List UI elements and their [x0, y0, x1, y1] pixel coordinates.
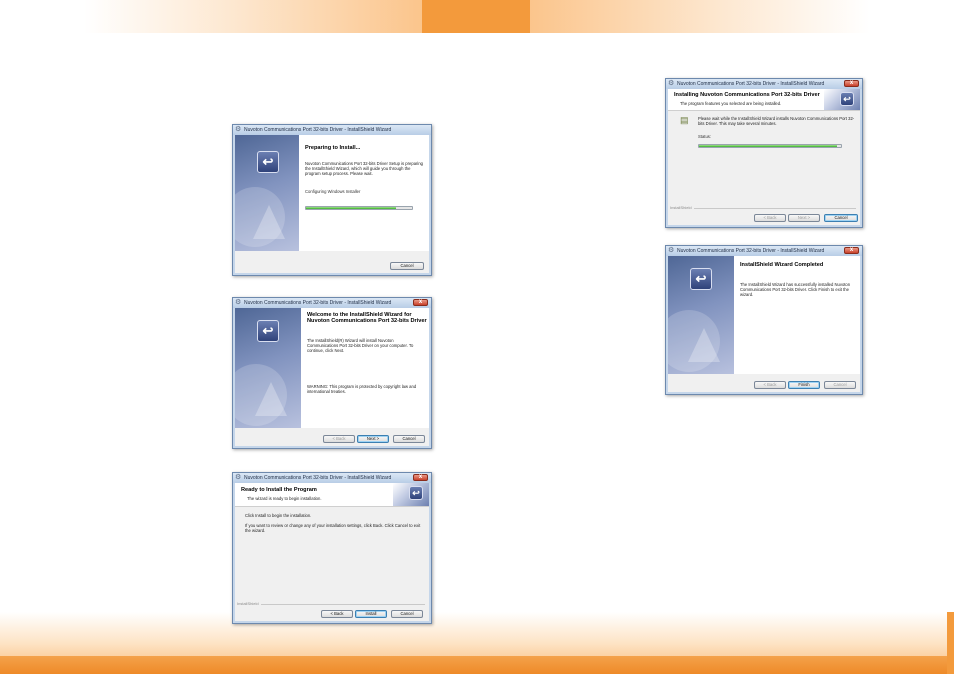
app-icon: ⚙ [668, 80, 675, 87]
footer-divider [261, 604, 425, 605]
dialog-heading: Preparing to Install... [305, 145, 361, 151]
dialog-heading: InstallShield Wizard Completed [740, 262, 824, 268]
completed-window: ⚙ Nuvoton Communications Port 32-bits Dr… [665, 245, 863, 395]
window-client: Ready to Install the Program The wizard … [235, 483, 429, 621]
footer-divider [694, 208, 856, 209]
app-icon: ⚙ [235, 126, 242, 133]
preparing-window: ⚙ Nuvoton Communications Port 32-bits Dr… [232, 124, 432, 276]
title-bar[interactable]: ⚙ Nuvoton Communications Port 32-bits Dr… [666, 246, 862, 256]
progress-fill [306, 207, 397, 209]
progress-fill [699, 145, 837, 147]
back-button[interactable]: < Back [323, 435, 355, 443]
window-title: Nuvoton Communications Port 32-bits Driv… [244, 475, 392, 481]
dialog-subheading: The wizard is ready to begin installatio… [247, 496, 322, 501]
back-button[interactable]: < Back [321, 610, 353, 618]
window-client: ↩ Preparing to Install... Nuvoton Commun… [235, 135, 429, 273]
dialog-heading: Welcome to the InstallShield Wizard for … [307, 312, 427, 324]
window-title: Nuvoton Communications Port 32-bits Driv… [244, 127, 392, 133]
dialog-description: The InstallShield Wizard has successfull… [740, 282, 851, 297]
dialog-description: Please wait while the InstallShield Wiza… [698, 116, 855, 126]
welcome-window: ⚙ Nuvoton Communications Port 32-bits Dr… [232, 297, 432, 449]
cancel-button[interactable]: Cancel [393, 435, 425, 443]
banner-graphic: ↩ [824, 89, 860, 110]
dialog-heading: Installing Nuvoton Communications Port 3… [674, 92, 820, 98]
close-icon[interactable]: x [413, 299, 428, 306]
cancel-button[interactable]: Cancel [390, 262, 424, 270]
header-band-right [530, 0, 870, 33]
instruction-line-1: Click Install to begin the installation. [245, 513, 312, 518]
banner-graphic: ↩ [393, 483, 429, 506]
app-icon: ⚙ [235, 299, 242, 306]
instruction-line-2: If you want to review or change any of y… [245, 523, 421, 533]
dialog-banner: Installing Nuvoton Communications Port 3… [668, 89, 860, 111]
next-button[interactable]: Next > [788, 214, 820, 222]
window-client: ↩ InstallShield Wizard Completed The Ins… [668, 256, 860, 392]
installing-window: ⚙ Nuvoton Communications Port 32-bits Dr… [665, 78, 863, 228]
copyright-warning: WARNING: This program is protected by co… [307, 384, 417, 394]
next-button[interactable]: Next > [357, 435, 389, 443]
close-icon[interactable]: x [413, 474, 428, 481]
dialog-description: The InstallShield(R) Wizard will install… [307, 338, 414, 353]
window-client: ↩ Welcome to the InstallShield Wizard fo… [235, 308, 429, 446]
title-bar[interactable]: ⚙ Nuvoton Communications Port 32-bits Dr… [666, 79, 862, 89]
dialog-heading: Ready to Install the Program [241, 487, 317, 493]
status-label: Status: [698, 134, 712, 139]
installshield-logo-icon: ↩ [257, 320, 279, 342]
app-icon: ⚙ [668, 247, 675, 254]
finish-button[interactable]: Finish [788, 381, 820, 389]
close-icon[interactable]: x [844, 80, 859, 87]
back-button[interactable]: < Back [754, 214, 786, 222]
cancel-button[interactable]: Cancel [824, 214, 858, 222]
close-icon[interactable]: x [844, 247, 859, 254]
cancel-button[interactable]: Cancel [824, 381, 856, 389]
dialog-description: Nuvoton Communications Port 32-bits Driv… [305, 161, 424, 176]
header-band-center [422, 0, 530, 33]
title-bar[interactable]: ⚙ Nuvoton Communications Port 32-bits Dr… [233, 298, 431, 308]
installer-package-icon: ▤ [680, 115, 689, 125]
window-client: Installing Nuvoton Communications Port 3… [668, 89, 860, 225]
cancel-button[interactable]: Cancel [391, 610, 423, 618]
installshield-label: InstallShield [670, 205, 692, 210]
back-button[interactable]: < Back [754, 381, 786, 389]
title-bar[interactable]: ⚙ Nuvoton Communications Port 32-bits Dr… [233, 473, 431, 483]
ready-window: ⚙ Nuvoton Communications Port 32-bits Dr… [232, 472, 432, 624]
installshield-label: InstallShield [237, 601, 259, 606]
status-text: Configuring Windows Installer [305, 189, 361, 194]
installshield-logo-icon: ↩ [840, 92, 854, 106]
installshield-logo-icon: ↩ [690, 268, 712, 290]
install-button[interactable]: Install [355, 610, 387, 618]
window-title: Nuvoton Communications Port 32-bits Driv… [677, 248, 825, 254]
installshield-logo-icon: ↩ [257, 151, 279, 173]
app-icon: ⚙ [235, 474, 242, 481]
progress-bar [305, 206, 413, 210]
dialog-subheading: The program features you selected are be… [680, 101, 782, 106]
footer-bar [0, 656, 954, 674]
dialog-banner: Ready to Install the Program The wizard … [235, 483, 429, 507]
title-bar[interactable]: ⚙ Nuvoton Communications Port 32-bits Dr… [233, 125, 431, 135]
footer-gradient [0, 612, 954, 656]
header-band-left [84, 0, 422, 33]
footer-edge [947, 612, 954, 674]
progress-bar [698, 144, 842, 148]
window-title: Nuvoton Communications Port 32-bits Driv… [677, 81, 825, 87]
window-title: Nuvoton Communications Port 32-bits Driv… [244, 300, 392, 306]
installshield-logo-icon: ↩ [409, 486, 423, 500]
